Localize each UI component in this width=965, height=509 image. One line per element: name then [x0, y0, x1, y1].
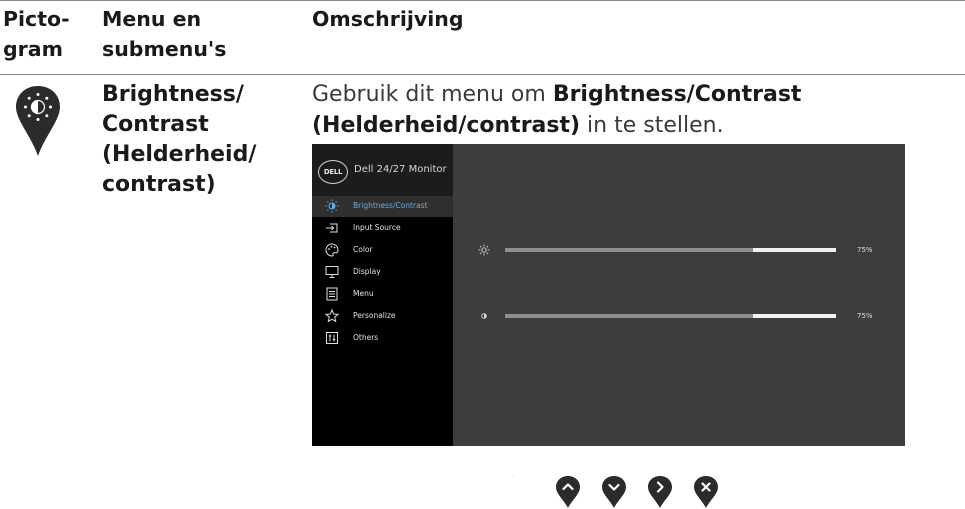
- exit-button[interactable]: [693, 475, 719, 509]
- header-description: Omschrijving: [312, 7, 464, 31]
- sun-icon: [478, 244, 490, 256]
- osd-item-label: Input Source: [353, 223, 401, 232]
- contrast-slider-fill: [505, 314, 754, 318]
- osd-item-label: Brightness/Contrast: [353, 201, 428, 210]
- osd-item-label: Personalize: [353, 311, 396, 320]
- contrast-slider[interactable]: [505, 314, 836, 318]
- osd-sidebar: DELL Dell 24/27 Monitor Brightness/Contr…: [312, 144, 453, 446]
- brightness-value: 75%: [857, 246, 873, 254]
- osd-item-display[interactable]: Display: [312, 262, 453, 283]
- brightness-slider[interactable]: [505, 248, 836, 252]
- header-pictogram: Picto- gram: [3, 7, 70, 61]
- down-button[interactable]: [601, 475, 627, 509]
- dell-logo: DELL: [318, 160, 348, 184]
- description: Gebruik dit menu om Brightness/Contrast …: [312, 79, 952, 141]
- contrast-value: 75%: [857, 312, 873, 320]
- osd-item-others[interactable]: Others: [312, 328, 453, 349]
- brightness-slider-fill: [505, 248, 754, 252]
- osd-title: Dell 24/27 Monitor: [354, 164, 447, 175]
- osd-header: DELL Dell 24/27 Monitor: [312, 144, 453, 198]
- osd-item-brightness-contrast[interactable]: Brightness/Contrast: [312, 196, 453, 217]
- submenu-name: Brightness/ Contrast (Helderheid/ contra…: [102, 82, 257, 197]
- osd-item-label: Menu: [353, 289, 374, 298]
- osd-item-label: Display: [353, 267, 381, 276]
- description-text-pre: Gebruik dit menu om: [312, 82, 553, 107]
- input-source-icon: [326, 223, 338, 233]
- osd-item-personalize[interactable]: Personalize: [312, 306, 453, 327]
- header-menu-submenu: Menu en submenu's: [102, 7, 227, 61]
- osd-item-input-source[interactable]: Input Source: [312, 218, 453, 239]
- right-button[interactable]: [647, 475, 673, 509]
- color-palette-icon: [325, 243, 339, 257]
- osd-menu-screenshot: DELL Dell 24/27 Monitor Brightness/Contr…: [312, 144, 905, 446]
- brightness-icon: [325, 199, 339, 213]
- artifact-dot: [513, 476, 514, 477]
- star-icon: [325, 309, 339, 323]
- top-rule: [0, 0, 965, 1]
- brightness-pin-icon: [16, 86, 60, 156]
- osd-item-color[interactable]: Color: [312, 240, 453, 261]
- up-button[interactable]: [555, 475, 581, 509]
- description-text-post: in te stellen.: [580, 113, 724, 138]
- menu-list-icon: [326, 287, 338, 301]
- header-rule: [0, 74, 965, 75]
- display-monitor-icon: [325, 266, 339, 278]
- osd-item-menu[interactable]: Menu: [312, 284, 453, 305]
- contrast-icon: [481, 313, 487, 319]
- others-sliders-icon: [326, 332, 338, 344]
- osd-item-label: Others: [353, 333, 379, 342]
- osd-item-label: Color: [353, 245, 373, 254]
